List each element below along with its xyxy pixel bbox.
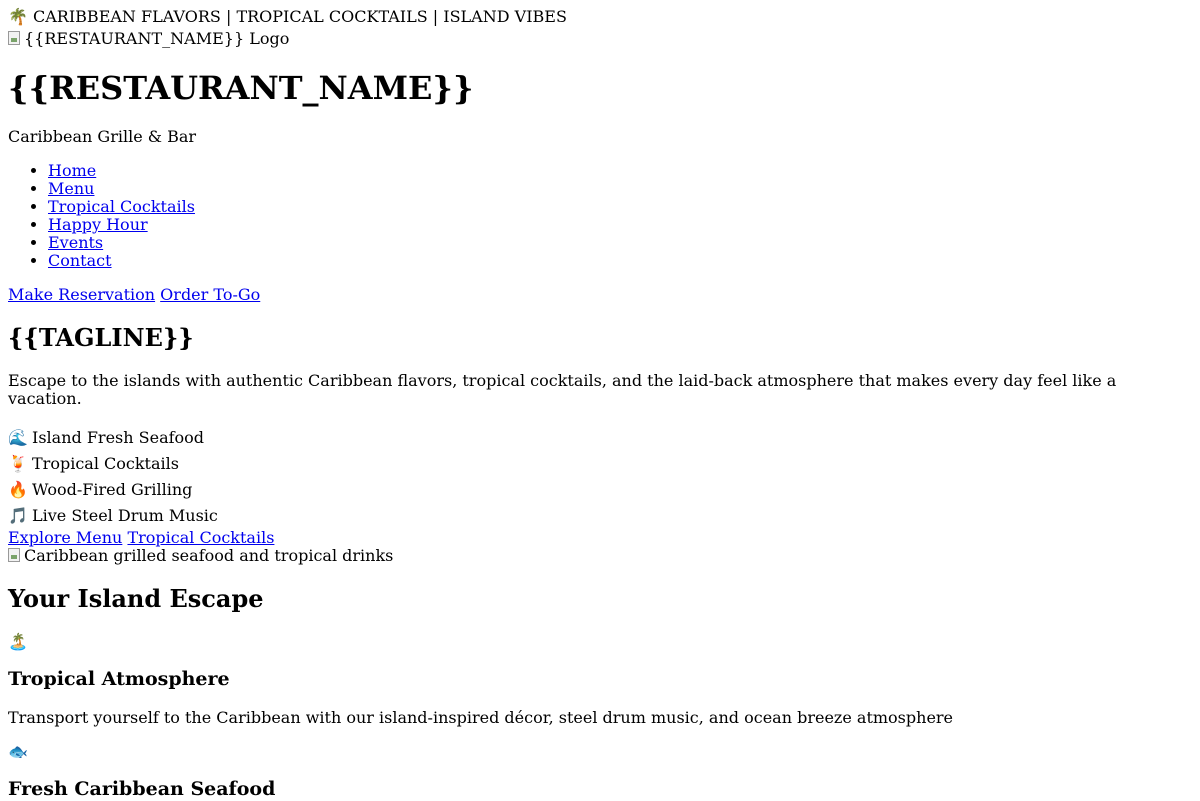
order-to-go-link[interactable]: Order To-Go — [160, 285, 260, 304]
feature-label: Tropical Cocktails — [32, 453, 179, 473]
nav-link-home[interactable]: Home — [48, 161, 96, 180]
feature-item: 🔥 Wood-Fired Grilling — [8, 477, 1192, 503]
make-reservation-link[interactable]: Make Reservation — [8, 285, 155, 304]
music-note-icon: 🎵 — [8, 505, 28, 525]
nav-item-tropical-cocktails: Tropical Cocktails — [48, 197, 1192, 216]
desert-island-icon: 🏝️ — [8, 631, 28, 651]
feature-item: 🎵 Live Steel Drum Music — [8, 503, 1192, 529]
feature-item: 🍹 Tropical Cocktails — [8, 451, 1192, 477]
nav-link-contact[interactable]: Contact — [48, 251, 112, 270]
fire-icon: 🔥 — [8, 479, 28, 499]
nav-link-events[interactable]: Events — [48, 233, 103, 252]
hero-image-row: Caribbean grilled seafood and tropical d… — [8, 545, 1192, 565]
tropical-cocktails-link[interactable]: Tropical Cocktails — [127, 528, 274, 547]
feature-card-atmosphere: 🏝️ Tropical Atmosphere Transport yoursel… — [8, 631, 1192, 727]
hero-image: Caribbean grilled seafood and tropical d… — [8, 545, 394, 565]
card-title: Fresh Caribbean Seafood — [8, 777, 276, 800]
card-title: Tropical Atmosphere — [8, 667, 230, 690]
nav-item-happy-hour: Happy Hour — [48, 215, 1192, 234]
tropical-drink-icon: 🍹 — [8, 453, 28, 473]
logo-row: {{RESTAURANT_NAME}} Logo — [8, 30, 1192, 48]
hero-features: 🌊 Island Fresh Seafood 🍹 Tropical Cockta… — [8, 425, 1192, 529]
nav-item-home: Home — [48, 161, 1192, 180]
feature-label: Live Steel Drum Music — [32, 505, 218, 525]
page: 🌴 CARIBBEAN FLAVORS | TROPICAL COCKTAILS… — [0, 0, 1200, 801]
card-text: Transport yourself to the Caribbean with… — [8, 707, 954, 727]
nav-link-tropical-cocktails[interactable]: Tropical Cocktails — [48, 197, 195, 216]
nav-item-events: Events — [48, 233, 1192, 252]
nav-item-menu: Menu — [48, 179, 1192, 198]
topbar-banner: 🌴 CARIBBEAN FLAVORS | TROPICAL COCKTAILS… — [8, 7, 1192, 26]
feature-card-seafood: 🐟 Fresh Caribbean Seafood — [8, 741, 1192, 801]
feature-label: Wood-Fired Grilling — [32, 479, 193, 499]
nav-link-menu[interactable]: Menu — [48, 179, 94, 198]
wave-icon: 🌊 — [8, 427, 28, 447]
broken-image-icon — [8, 547, 20, 562]
restaurant-name: {{RESTAURANT_NAME}} — [8, 68, 474, 107]
hero-tagline: {{TAGLINE}} — [8, 323, 194, 353]
topbar-text: 🌴 CARIBBEAN FLAVORS | TROPICAL COCKTAILS… — [8, 7, 567, 26]
hero-button-row: Explore Menu Tropical Cocktails — [8, 528, 1192, 547]
feature-label: Island Fresh Seafood — [32, 427, 205, 447]
nav-link-happy-hour[interactable]: Happy Hour — [48, 215, 148, 234]
restaurant-subtitle: Caribbean Grille & Bar — [8, 126, 197, 146]
logo-image: {{RESTAURANT_NAME}} Logo — [8, 30, 289, 48]
logo-alt-text: {{RESTAURANT_NAME}} Logo — [24, 29, 290, 49]
header-cta-row: Make Reservation Order To-Go — [8, 285, 1192, 304]
nav-item-contact: Contact — [48, 251, 1192, 270]
main-nav: Home Menu Tropical Cocktails Happy Hour … — [8, 161, 1192, 270]
feature-item: 🌊 Island Fresh Seafood — [8, 425, 1192, 451]
fish-icon: 🐟 — [8, 741, 28, 761]
explore-menu-link[interactable]: Explore Menu — [8, 528, 122, 547]
hero-intro: Escape to the islands with authentic Car… — [8, 370, 1117, 409]
broken-image-icon — [8, 31, 20, 46]
hero-image-alt-text: Caribbean grilled seafood and tropical d… — [24, 545, 394, 565]
section-heading-island-escape: Your Island Escape — [8, 584, 264, 614]
